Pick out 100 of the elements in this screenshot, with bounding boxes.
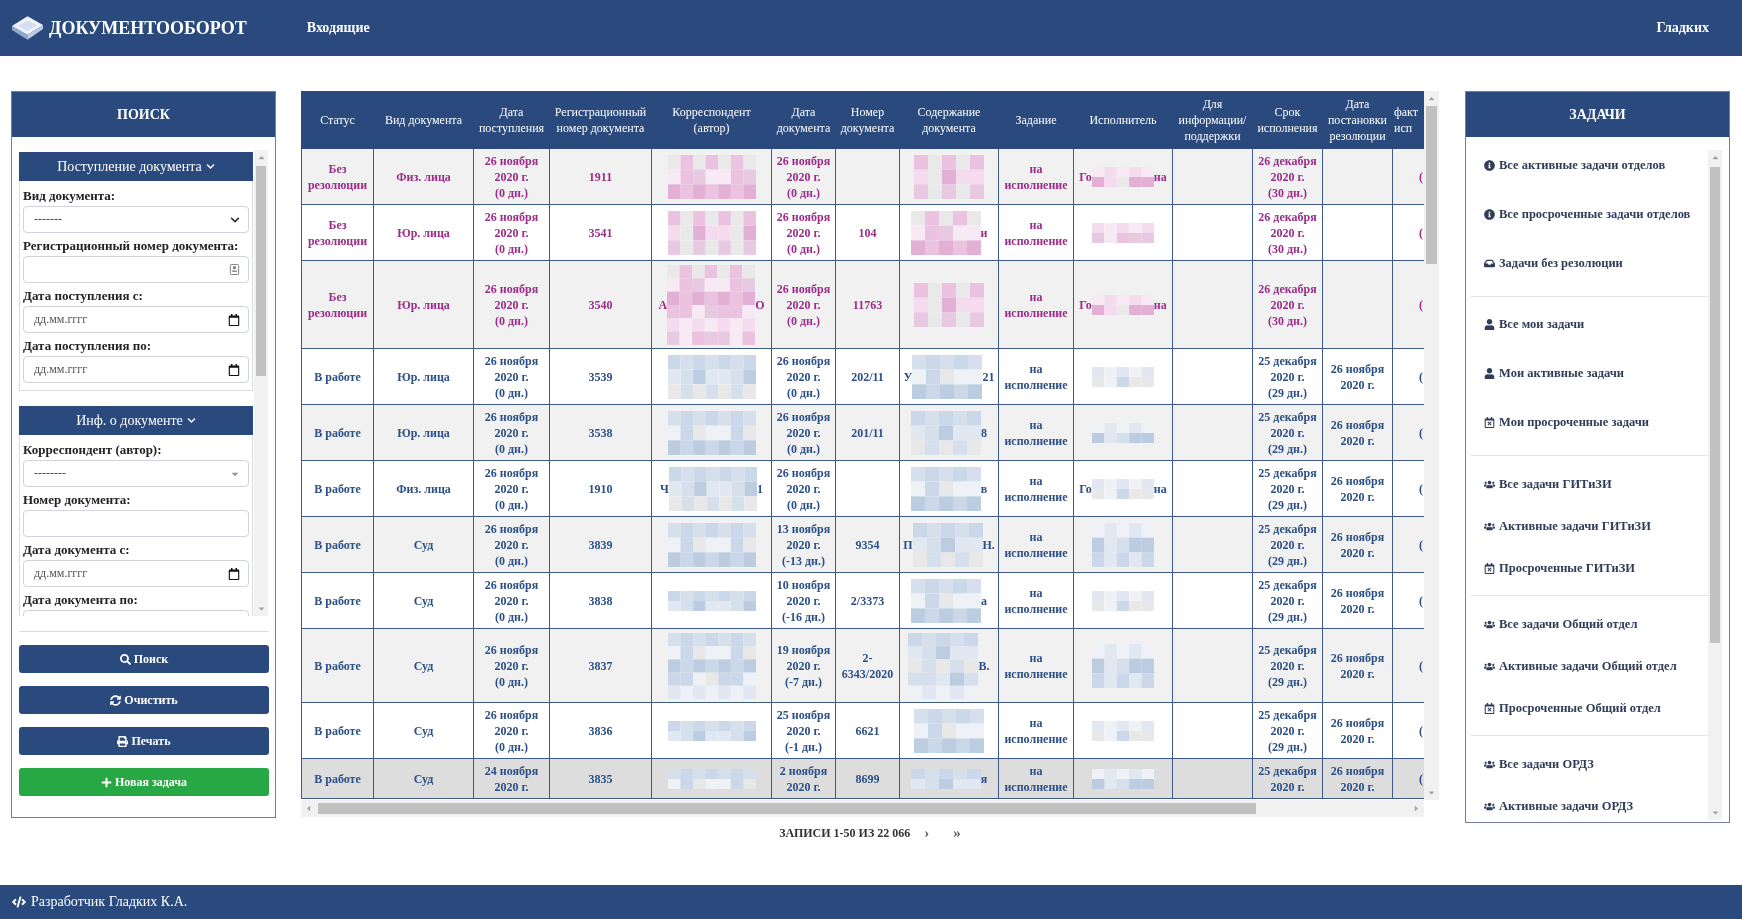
table-row[interactable]: В работе Суд 24 ноября 2020 г. 3835 2 ноября 2020 г. 8699 я на исполнение 25 декабря 2020 г. 26 ноября 2020 г. (	[301, 758, 1424, 799]
select-field[interactable]: -------	[23, 206, 249, 233]
table-row[interactable]: В работе Суд 26 ноября 2020 г. (0 дн.) 3838 10 ноября 2020 г. (-16 дн.) 2/3373 а на исполнение 25 декабря 2020 г. (29 дн.) 26 ноября 2020 г. (	[301, 572, 1424, 629]
scrollbar-thumb[interactable]	[1426, 106, 1437, 264]
column-header: Дата поступления	[473, 91, 550, 149]
table-cell: Без резолюции	[301, 148, 374, 205]
field-label: Дата поступления по:	[23, 338, 152, 354]
records-summary: ЗАПИСИ 1-50 ИЗ 22 066	[779, 825, 911, 841]
section-header[interactable]: Поступление документа	[19, 152, 253, 181]
scroll-up-icon[interactable]	[1427, 94, 1436, 103]
cell-text-fragment: на	[1153, 169, 1167, 185]
table-cell: Физ. лица	[373, 460, 474, 517]
vertical-scrollbar[interactable]	[254, 150, 268, 616]
table-row[interactable]: В работе Суд 26 ноября 2020 г. (0 дн.) 3837 19 ноября 2020 г. (-7 дн.) 2- 6343/2020 В. на исполнение 25 декабря 2020 г. (29 дн.) 26 ноября 2020 г. (	[301, 628, 1424, 703]
vertical-scrollbar[interactable]	[1424, 91, 1439, 800]
pixelated-redaction	[1092, 367, 1154, 387]
date-field[interactable]: дд.мм.гггг	[23, 356, 249, 383]
next-page-link[interactable]: ›	[924, 824, 930, 842]
table-row[interactable]: В работе Юр. лица 26 ноября 2020 г. (0 дн.) 3538 26 ноября 2020 г. (0 дн.) 201/11 8 на исполнение 25 декабря 2020 г. (29 дн.) 26 ноября 2020 г. (	[301, 404, 1424, 461]
table-cell: В работе	[301, 348, 374, 405]
table-cell: В работе	[301, 404, 374, 461]
vertical-scrollbar[interactable]	[1708, 150, 1722, 820]
scroll-down-icon[interactable]	[1427, 788, 1436, 797]
task-link[interactable]: Все задачи ОРДЗ	[1484, 755, 1594, 773]
table-cell: 25 декабря 2020 г. (29 дн.)	[1252, 628, 1323, 703]
task-link[interactable]: Просроченные ГИТиЗИ	[1484, 559, 1635, 577]
table-cell: 3839	[549, 516, 652, 573]
table-row[interactable]: Без резолюции Юр. лица 26 ноября 2020 г. (0 дн.) 3541 26 ноября 2020 г. (0 дн.) 104 и на исполнение 26 декабря 2020 г. (30 дн.) (	[301, 204, 1424, 261]
scroll-right-icon[interactable]	[1412, 804, 1421, 813]
table-row[interactable]: В работе Суд 26 ноября 2020 г. (0 дн.) 3836 25 ноября 2020 г. (-1 дн.) 6621 на исполнение 25 декабря 2020 г. (29 дн.) 26 ноября 2020 г. (	[301, 702, 1424, 759]
date-field[interactable]: дд.мм.гггг	[23, 560, 249, 587]
search-button[interactable]: Поиск	[19, 645, 269, 673]
document-stack-logo-icon	[11, 15, 44, 41]
input-field[interactable]	[23, 256, 249, 283]
print-button[interactable]: Печать	[19, 727, 269, 755]
section-header[interactable]: Инф. о документе	[19, 406, 253, 435]
pixelated-redaction	[908, 633, 979, 699]
clear-button[interactable]: Очистить	[19, 686, 269, 714]
task-link[interactable]: Просроченные Общий отдел	[1484, 699, 1661, 717]
table-cell: на исполнение	[998, 758, 1074, 799]
horizontal-scrollbar[interactable]	[301, 800, 1424, 817]
cell-text-fragment: 8	[981, 425, 987, 441]
calendar-x-icon	[1484, 562, 1495, 574]
table-cell: 3837	[549, 628, 652, 703]
task-link[interactable]: Все задачи Общий отдел	[1484, 615, 1638, 633]
table-cell: В работе	[301, 572, 374, 629]
task-link[interactable]: Активные задачи Общий отдел	[1484, 657, 1677, 675]
input-field[interactable]	[23, 510, 249, 537]
task-link[interactable]: Все мои задачи	[1484, 315, 1585, 333]
task-link[interactable]: Все задачи ГИТиЗИ	[1484, 475, 1612, 493]
card-icon	[229, 264, 240, 275]
task-link[interactable]: Активные задачи ГИТиЗИ	[1484, 517, 1651, 535]
info-icon	[1484, 159, 1495, 171]
user-name-link[interactable]: Гладких	[1656, 20, 1709, 36]
last-page-link[interactable]: »	[953, 824, 961, 842]
table-cell: 3835	[549, 758, 652, 799]
task-link[interactable]: Активные задачи ОРДЗ	[1484, 797, 1634, 815]
cell-text-fragment: я	[980, 771, 988, 787]
calendar-x-icon	[1484, 416, 1495, 428]
cell-text-fragment: в	[980, 481, 988, 497]
app-title[interactable]: ДОКУМЕНТООБОРОТ	[49, 17, 247, 39]
table-cell: 26 декабря 2020 г. (30 дн.)	[1252, 204, 1323, 261]
table-cell: 25 декабря 2020 г. (29 дн.)	[1252, 460, 1323, 517]
users-icon	[1484, 478, 1495, 490]
task-link[interactable]: Мои активные задачи	[1484, 364, 1624, 382]
table-cell: 26 ноября 2020 г. (0 дн.)	[473, 702, 550, 759]
cell-text-fragment: а	[981, 593, 987, 609]
table-cell: 9354	[835, 516, 900, 573]
task-link[interactable]: Задачи без резолюции	[1484, 254, 1623, 272]
table-cell: 3541	[549, 204, 652, 261]
task-link[interactable]: Мои просроченные задачи	[1484, 413, 1650, 431]
table-cell: 25 декабря 2020 г. (29 дн.)	[1252, 572, 1323, 629]
table-cell: на исполнение	[998, 204, 1074, 261]
cell-text-fragment: на	[1153, 481, 1167, 497]
table-cell: Без резолюции	[301, 204, 374, 261]
date-field[interactable]: дд.мм.гггг	[23, 306, 249, 333]
scroll-left-icon[interactable]	[304, 804, 313, 813]
pixelated-redaction	[911, 411, 981, 455]
scroll-down-icon[interactable]	[1710, 808, 1720, 817]
select-field[interactable]: --------	[23, 460, 249, 487]
plus-icon	[100, 776, 112, 788]
scrollbar-thumb[interactable]	[318, 803, 1256, 814]
task-link[interactable]: Все активные задачи отделов	[1484, 156, 1666, 174]
table-cell: 25 декабря 2020 г. (29 дн.)	[1252, 348, 1323, 405]
cell-text-fragment: 21	[982, 369, 995, 385]
calendar-icon	[228, 363, 240, 376]
scrollbar-thumb[interactable]	[256, 166, 266, 376]
scroll-up-icon[interactable]	[1710, 153, 1720, 162]
scroll-down-icon[interactable]	[256, 604, 266, 613]
table-cell: 26 ноября 2020 г. (0 дн.)	[771, 348, 836, 405]
field-label: Дата поступления с:	[23, 288, 144, 304]
task-link[interactable]: Все просроченные задачи отделов	[1484, 205, 1691, 223]
nav-link[interactable]: Входящие	[306, 20, 370, 36]
user-icon	[1484, 367, 1495, 379]
table-cell: Без резолюции	[301, 260, 374, 349]
scroll-up-icon[interactable]	[256, 153, 266, 162]
column-header: Статус	[301, 91, 374, 149]
table-cell: Юр. лица	[373, 204, 474, 261]
table-cell: 26 ноября 2020 г. (0 дн.)	[473, 516, 550, 573]
scrollbar-thumb[interactable]	[1710, 167, 1720, 643]
